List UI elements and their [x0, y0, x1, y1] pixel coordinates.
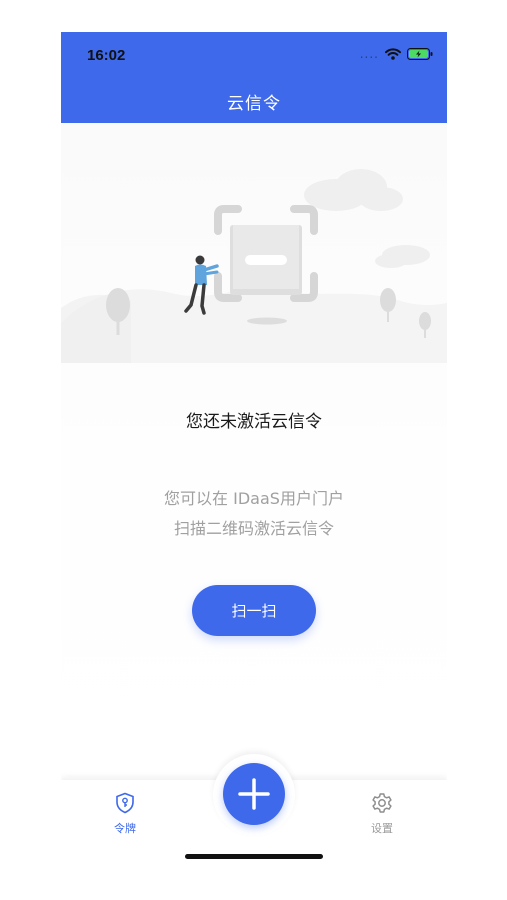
status-icons: .... — [360, 48, 433, 60]
page-title: 云信令 — [227, 94, 281, 114]
tab-token-label: 令牌 — [114, 822, 136, 835]
gear-icon — [372, 793, 392, 813]
empty-state-title: 您还未激活云信令 — [186, 412, 322, 432]
plus-icon — [238, 778, 270, 810]
tab-settings-label: 设置 — [371, 822, 393, 835]
app-header: 16:02 .... 云信令 — [61, 32, 447, 123]
scan-button[interactable]: 扫一扫 — [192, 585, 316, 636]
empty-state-description-line1: 您可以在 IDaaS用户门户 — [164, 489, 344, 508]
signal-indicator: .... — [359, 47, 379, 61]
add-token-button[interactable] — [223, 763, 285, 825]
empty-state-description-line2: 扫描二维码激活云信令 — [173, 519, 334, 538]
home-indicator — [185, 854, 323, 859]
wifi-icon — [385, 48, 401, 60]
status-time: 16:02 — [87, 47, 126, 64]
tab-token[interactable]: 令牌 — [95, 792, 155, 836]
battery-charging-icon — [407, 48, 433, 60]
scan-frame-illustration — [61, 169, 447, 363]
app-screen: 16:02 .... 云信令 您还未激活云信令 您可以在 IDaaS用户门户 扫… — [61, 32, 447, 868]
empty-state: 您还未激活云信令 您可以在 IDaaS用户门户 扫描二维码激活云信令 扫一扫 — [61, 123, 447, 773]
shield-key-icon — [116, 792, 134, 814]
tab-settings[interactable]: 设置 — [352, 792, 412, 836]
